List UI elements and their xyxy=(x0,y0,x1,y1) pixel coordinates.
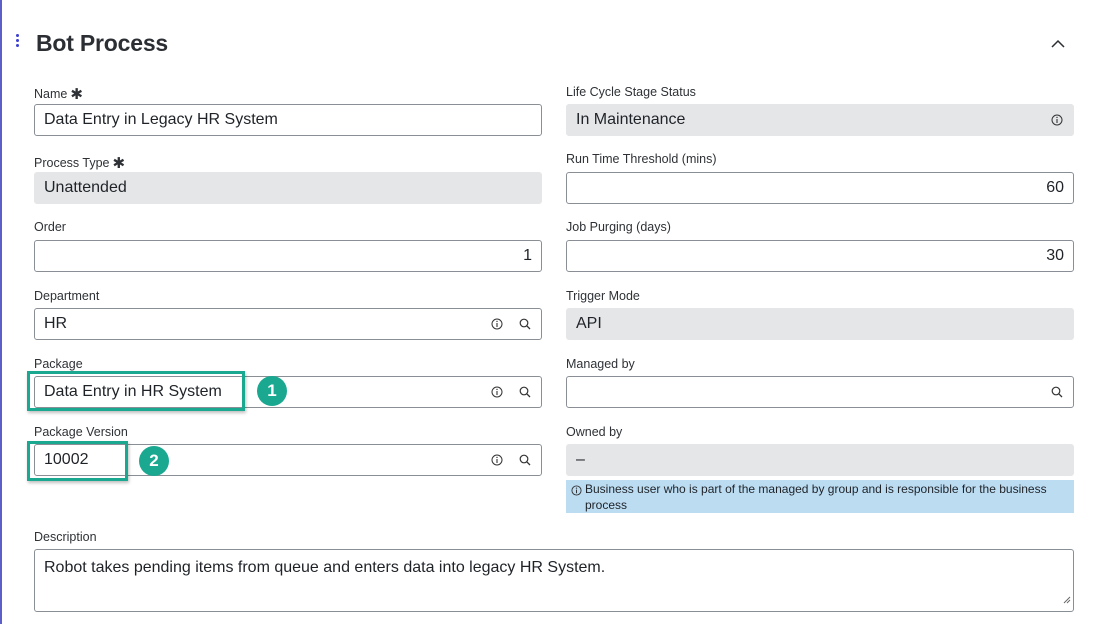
info-icon xyxy=(570,484,582,496)
trigger-mode-field: API xyxy=(566,308,1074,340)
owned-by-field: – xyxy=(566,444,1074,476)
run-time-field[interactable]: 60 xyxy=(566,172,1074,204)
description-textarea[interactable]: Robot takes pending items from queue and… xyxy=(34,549,1074,612)
search-icon[interactable] xyxy=(518,317,532,331)
name-field[interactable]: Data Entry in Legacy HR System xyxy=(34,104,542,136)
required-asterisk-icon: ✱ xyxy=(70,86,83,103)
lifecycle-field: In Maintenance xyxy=(566,104,1074,136)
info-icon[interactable] xyxy=(490,453,504,467)
info-icon[interactable] xyxy=(490,385,504,399)
search-icon[interactable] xyxy=(518,385,532,399)
process-type-field: Unattended xyxy=(34,172,542,204)
name-label: Name ✱ xyxy=(34,86,83,103)
drag-handle-icon[interactable] xyxy=(15,34,21,48)
description-label: Description xyxy=(34,530,97,544)
info-icon[interactable] xyxy=(490,317,504,331)
resize-handle-icon[interactable] xyxy=(1063,591,1071,609)
lifecycle-label: Life Cycle Stage Status xyxy=(566,85,696,99)
job-purging-label: Job Purging (days) xyxy=(566,220,671,234)
managed-by-field[interactable] xyxy=(566,376,1074,408)
required-asterisk-icon: ✱ xyxy=(112,155,126,172)
annotation-badge-2: 2 xyxy=(139,446,169,476)
collapse-button[interactable] xyxy=(1044,32,1072,56)
department-label: Department xyxy=(34,289,100,303)
left-edge-bar xyxy=(0,0,2,624)
run-time-label: Run Time Threshold (mins) xyxy=(566,152,717,166)
trigger-mode-label: Trigger Mode xyxy=(566,289,640,303)
owned-by-hint: Business user who is part of the managed… xyxy=(566,480,1074,513)
owned-by-label: Owned by xyxy=(566,425,623,439)
order-field[interactable]: 1 xyxy=(34,240,542,272)
section-title: Bot Process xyxy=(36,30,169,56)
department-field[interactable]: HR xyxy=(34,308,542,340)
package-version-label: Package Version xyxy=(34,425,128,439)
chevron-up-icon xyxy=(1051,35,1065,53)
job-purging-field[interactable]: 30 xyxy=(566,240,1074,272)
managed-by-label: Managed by xyxy=(566,357,635,371)
process-type-label: Process Type ✱ xyxy=(34,155,126,172)
search-icon[interactable] xyxy=(518,453,532,467)
highlight-box-package xyxy=(27,371,245,411)
order-label: Order xyxy=(34,220,66,234)
search-icon[interactable] xyxy=(1050,385,1064,399)
package-label: Package xyxy=(34,357,83,371)
info-icon[interactable] xyxy=(1050,113,1064,127)
highlight-box-package-version xyxy=(27,441,128,481)
annotation-badge-1: 1 xyxy=(257,376,287,406)
